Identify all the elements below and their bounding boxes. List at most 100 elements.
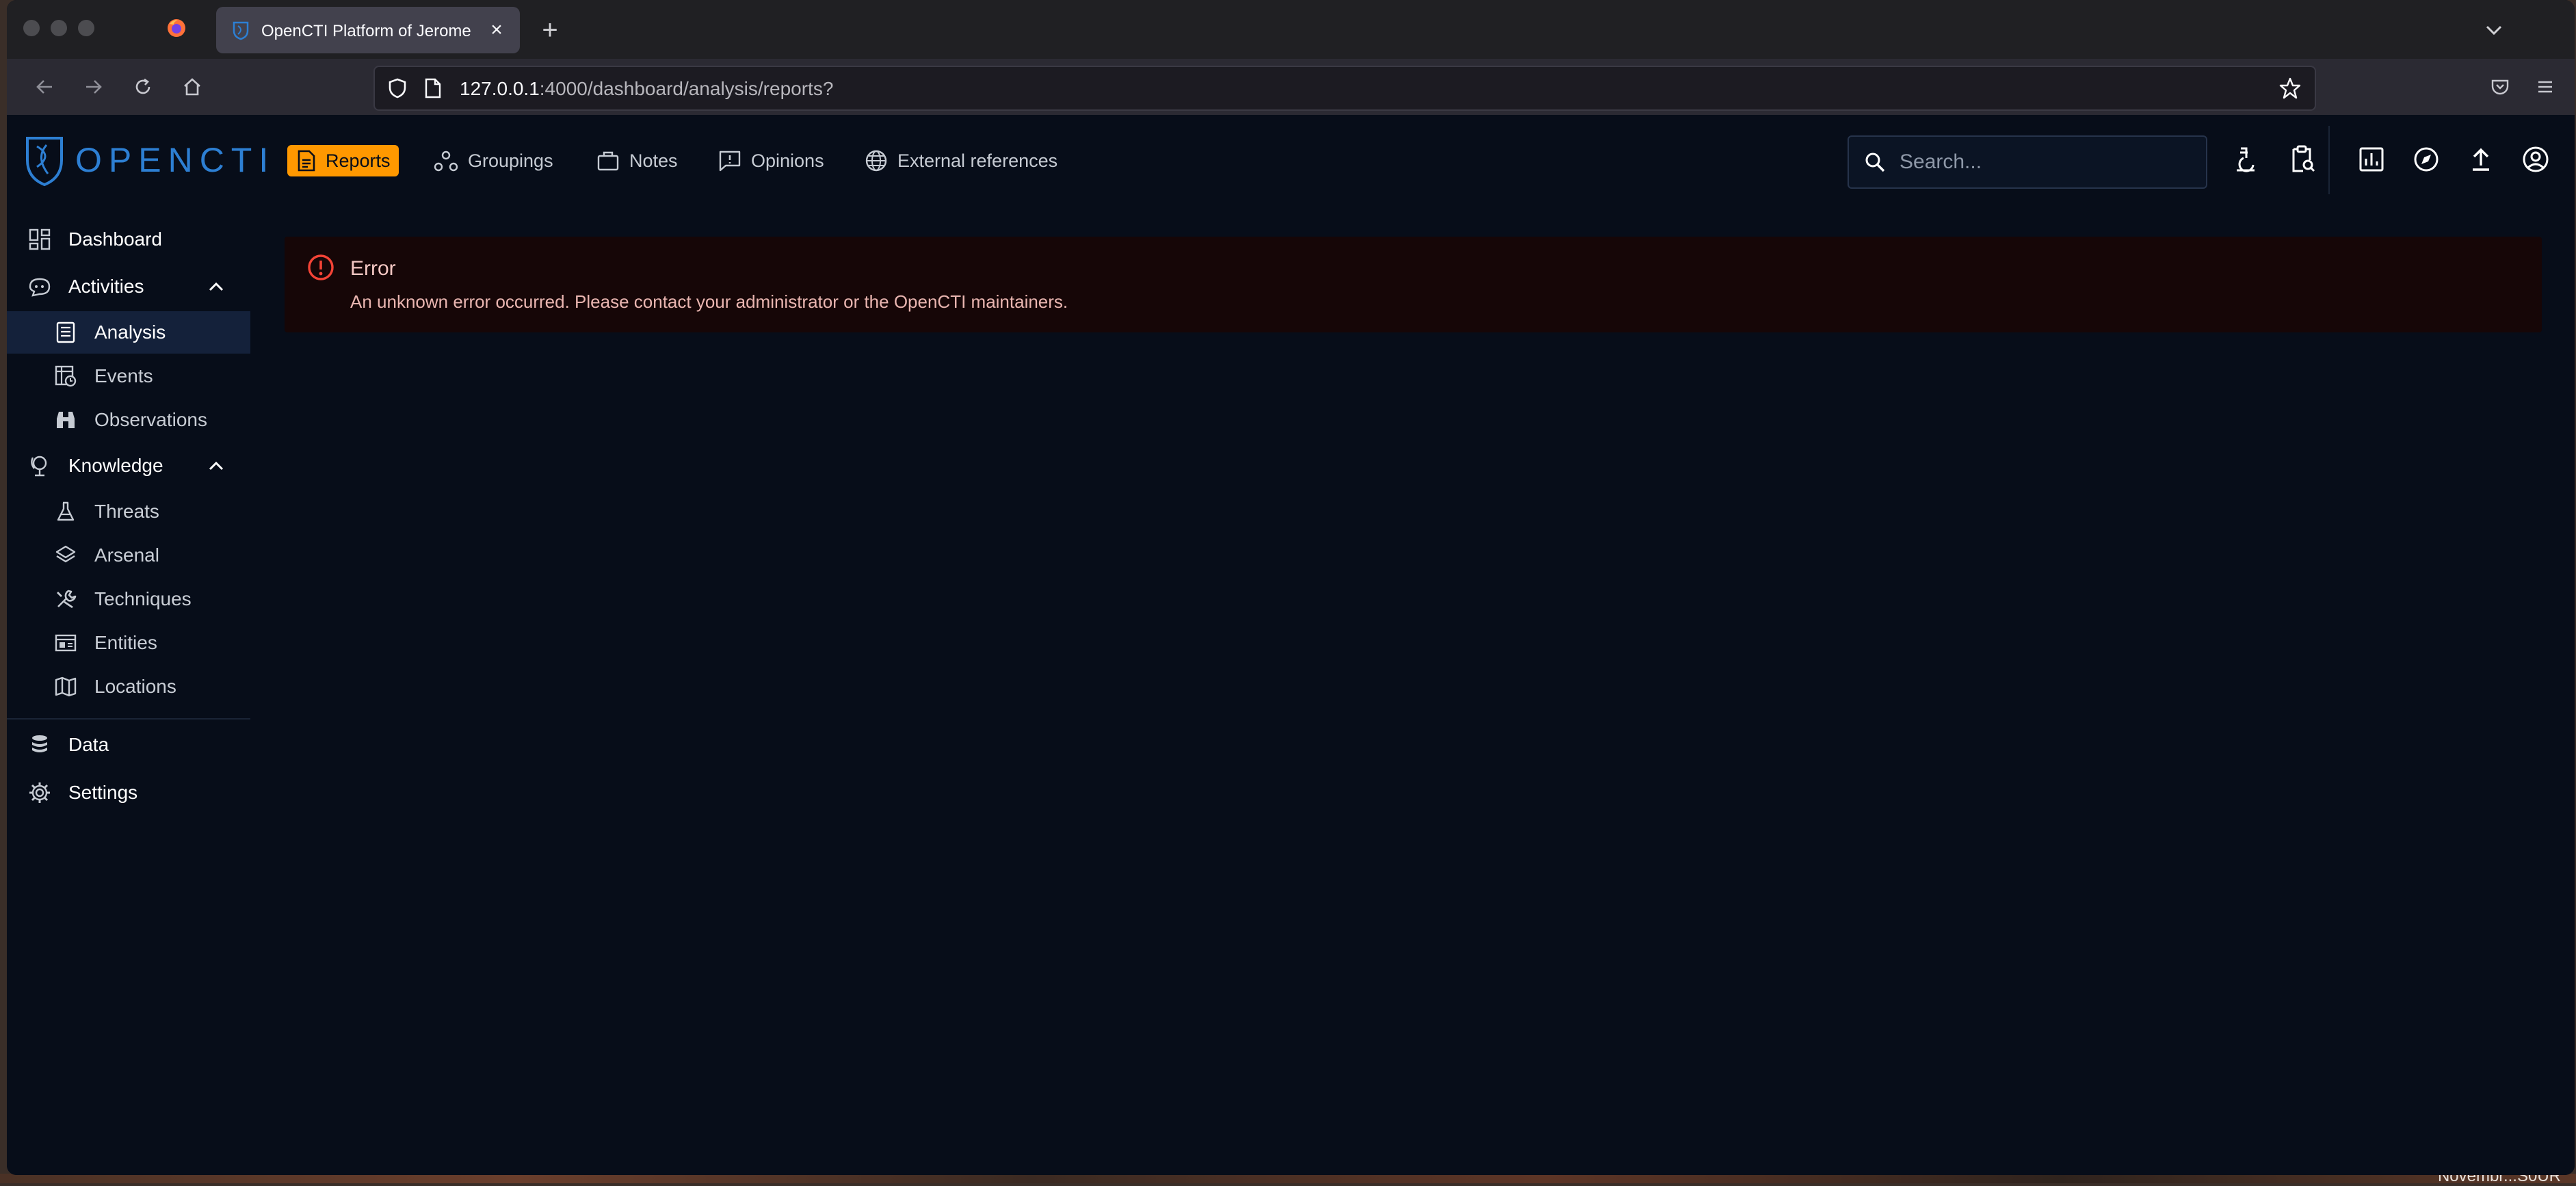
sidebar-item-label: Data [68,734,109,755]
forward-icon[interactable] [79,73,108,101]
sidebar-item-label: Knowledge [68,455,163,476]
reload-icon[interactable] [129,73,157,101]
sidebar-item-dashboard[interactable]: Dashboard [7,218,250,261]
database-icon [27,733,52,757]
sidebar-item-data[interactable]: Data [7,724,250,766]
sidebar-item-label: Settings [68,782,138,803]
investigations-icon[interactable] [2229,142,2263,176]
sidebar-item-events[interactable]: Events [7,355,250,397]
opencti-favicon-icon [233,21,249,40]
nav-notes[interactable]: Notes [596,145,678,176]
sidebar-item-label: Techniques [94,588,192,609]
browser-tab[interactable]: OpenCTI Platform of Jerome × [216,7,520,53]
events-icon [53,364,78,388]
flask-icon [53,499,78,524]
nav-opinions-label: Opinions [751,150,824,171]
dashboards-icon[interactable] [2354,142,2389,176]
zoom-window-button[interactable] [78,20,94,36]
binoculars-icon [53,408,78,432]
explore-icon[interactable] [2409,142,2443,176]
main-content: Error An unknown error occurred. Please … [250,205,2575,1175]
sidebar-item-knowledge[interactable]: Knowledge [7,445,250,487]
activities-icon [27,274,52,299]
account-icon[interactable] [2519,142,2553,176]
sidebar-item-threats[interactable]: Threats [7,490,250,533]
sidebar-item-observations[interactable]: Observations [7,399,250,441]
app-menu-icon[interactable] [2531,73,2560,101]
sidebar-item-label: Analysis [94,321,166,343]
app-top-bar: OPENCTI Reports Groupings Notes Opinions… [7,115,2575,207]
left-sidebar: Dashboard Activities Analysis Events Obs… [7,205,252,1175]
minimize-window-button[interactable] [51,20,67,36]
close-window-button[interactable] [23,20,40,36]
nav-opinions[interactable]: Opinions [718,145,824,176]
nav-external-references-label: External references [897,150,1058,171]
bookmark-star-icon[interactable] [2278,76,2302,101]
nav-groupings[interactable]: Groupings [434,145,553,176]
opinions-icon [719,150,741,172]
analysis-icon [53,320,78,345]
sidebar-item-activities[interactable]: Activities [7,265,250,308]
upload-icon[interactable] [2464,142,2498,176]
address-bar[interactable]: 127.0.0.1:4000/dashboard/analysis/report… [373,66,2316,111]
notes-icon [597,151,619,171]
opencti-logo[interactable]: OPENCTI [23,133,275,187]
sidebar-item-techniques[interactable]: Techniques [7,578,250,620]
groupings-icon [434,150,458,172]
url-text[interactable]: 127.0.0.1:4000/dashboard/analysis/report… [460,78,833,100]
sidebar-item-label: Arsenal [94,544,159,566]
error-alert-title: Error [350,257,396,280]
search-input[interactable] [1898,146,2188,178]
url-path: :4000/dashboard/analysis/reports? [539,78,834,99]
sidebar-item-entities[interactable]: Entities [7,622,250,664]
sidebar-item-label: Dashboard [68,228,162,250]
nav-reports[interactable]: Reports [287,145,399,176]
tracking-shield-icon[interactable] [387,77,408,99]
knowledge-icon [27,453,52,478]
entities-icon [53,631,78,655]
firefox-view-icon[interactable] [166,17,187,39]
error-icon [308,254,334,280]
globe-icon [865,150,887,172]
page-info-icon[interactable] [424,77,442,99]
layers-icon [53,543,78,568]
sidebar-item-locations[interactable]: Locations [7,666,250,708]
tab-close-icon[interactable]: × [483,16,510,44]
sidebar-item-analysis[interactable]: Analysis [7,311,250,354]
browser-window: OpenCTI Platform of Jerome × + 127.0.0.1… [7,0,2575,1175]
sidebar-divider [7,718,250,720]
url-host: 127.0.0.1 [460,78,540,99]
desktop-background: Novembr...S0UR [0,1167,2576,1185]
pocket-icon[interactable] [2486,73,2514,101]
sidebar-item-label: Entities [94,632,157,653]
browser-tab-bar: OpenCTI Platform of Jerome × + [7,0,2575,59]
new-tab-icon[interactable]: + [534,14,566,47]
chevron-up-icon[interactable] [204,274,228,299]
sidebar-item-settings[interactable]: Settings [7,772,250,814]
logo-text: OPENCTI [75,141,276,179]
chevron-up-icon[interactable] [204,453,228,478]
back-icon[interactable] [30,73,59,101]
sidebar-item-label: Locations [94,676,176,697]
sidebar-item-label: Threats [94,501,159,522]
gear-icon [27,780,52,805]
nav-external-references[interactable]: External references [865,145,1057,176]
map-icon [53,674,78,699]
opencti-logo-icon [26,137,63,187]
search-box[interactable] [1848,135,2207,189]
nav-reports-label: Reports [326,150,391,171]
dashboard-icon [27,227,52,252]
sidebar-item-arsenal[interactable]: Arsenal [7,534,250,577]
error-alert-message: An unknown error occurred. Please contac… [350,291,1068,312]
browser-nav-bar: 127.0.0.1:4000/dashboard/analysis/report… [7,59,2575,116]
tools-icon [53,587,78,611]
nav-groupings-label: Groupings [468,150,553,171]
tab-title: OpenCTI Platform of Jerome [261,22,471,40]
search-icon [1865,153,1885,172]
clipboard-search-icon[interactable] [2285,142,2319,176]
tab-list-chevron-icon[interactable] [2480,18,2508,42]
nav-notes-label: Notes [629,150,678,171]
toolbar-divider [2328,126,2330,194]
report-icon [298,150,315,172]
home-icon[interactable] [178,73,207,101]
